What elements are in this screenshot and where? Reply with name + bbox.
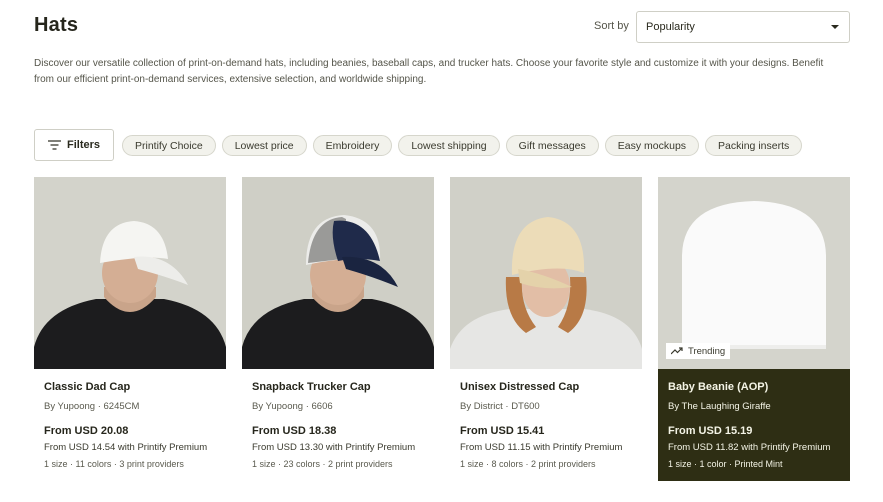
chip-printify-choice[interactable]: Printify Choice: [122, 135, 216, 156]
product-premium-price: From USD 11.82 with Printify Premium: [668, 442, 831, 453]
product-price: From USD 20.08: [44, 425, 129, 437]
filter-chips: Printify Choice Lowest price Embroidery …: [122, 135, 803, 156]
product-price: From USD 18.38: [252, 425, 337, 437]
product-name[interactable]: Snapback Trucker Cap: [252, 381, 424, 397]
product-meta: 1 size · 1 color · Printed Mint: [668, 459, 783, 469]
filter-lines-icon: [48, 140, 61, 150]
product-provider: By Yupoong · 6606: [252, 401, 333, 412]
product-meta: 1 size · 23 colors · 2 print providers: [252, 459, 393, 469]
trending-up-icon: [671, 347, 683, 355]
product-provider: By District · DT600: [460, 401, 540, 412]
chip-easy-mockups[interactable]: Easy mockups: [604, 135, 700, 156]
product-name[interactable]: Unisex Distressed Cap: [460, 381, 632, 397]
chip-lowest-price[interactable]: Lowest price: [221, 135, 307, 156]
filters-label: Filters: [67, 139, 101, 151]
product-image[interactable]: [34, 177, 226, 369]
product-provider: By The Laughing Giraffe: [668, 401, 771, 412]
product-name[interactable]: Baby Beanie (AOP): [668, 381, 840, 397]
product-price: From USD 15.41: [460, 425, 545, 437]
chip-embroidery[interactable]: Embroidery: [312, 135, 393, 156]
product-card[interactable]: Snapback Trucker Cap By Yupoong · 6606 F…: [242, 177, 434, 481]
product-premium-price: From USD 11.15 with Printify Premium: [460, 442, 623, 453]
product-image[interactable]: [242, 177, 434, 369]
product-grid: Classic Dad Cap By Yupoong · 6245CM From…: [34, 177, 850, 481]
product-image[interactable]: [450, 177, 642, 369]
trending-badge: Trending: [666, 343, 731, 359]
product-image[interactable]: Trending: [658, 177, 850, 369]
chevron-down-icon: [831, 25, 839, 29]
product-card-featured[interactable]: Trending Baby Beanie (AOP) By The Laughi…: [658, 177, 850, 481]
product-card[interactable]: Classic Dad Cap By Yupoong · 6245CM From…: [34, 177, 226, 481]
chip-packing-inserts[interactable]: Packing inserts: [705, 135, 803, 156]
product-premium-price: From USD 13.30 with Printify Premium: [252, 442, 416, 453]
sort-value: Popularity: [646, 21, 695, 33]
chip-lowest-shipping[interactable]: Lowest shipping: [398, 135, 500, 156]
trending-label: Trending: [688, 345, 726, 357]
chip-gift-messages[interactable]: Gift messages: [505, 135, 599, 156]
sort-label: Sort by: [594, 20, 629, 32]
product-price: From USD 15.19: [668, 425, 753, 437]
product-meta: 1 size · 8 colors · 2 print providers: [460, 459, 596, 469]
product-provider: By Yupoong · 6245CM: [44, 401, 140, 412]
page-title: Hats: [34, 14, 79, 36]
product-card[interactable]: Unisex Distressed Cap By District · DT60…: [450, 177, 642, 481]
sort-select[interactable]: Popularity: [636, 11, 850, 43]
product-name[interactable]: Classic Dad Cap: [44, 381, 216, 397]
product-premium-price: From USD 14.54 with Printify Premium: [44, 442, 208, 453]
filters-button[interactable]: Filters: [34, 129, 114, 161]
product-meta: 1 size · 11 colors · 3 print providers: [44, 459, 184, 469]
page-description: Discover our versatile collection of pri…: [34, 58, 824, 85]
